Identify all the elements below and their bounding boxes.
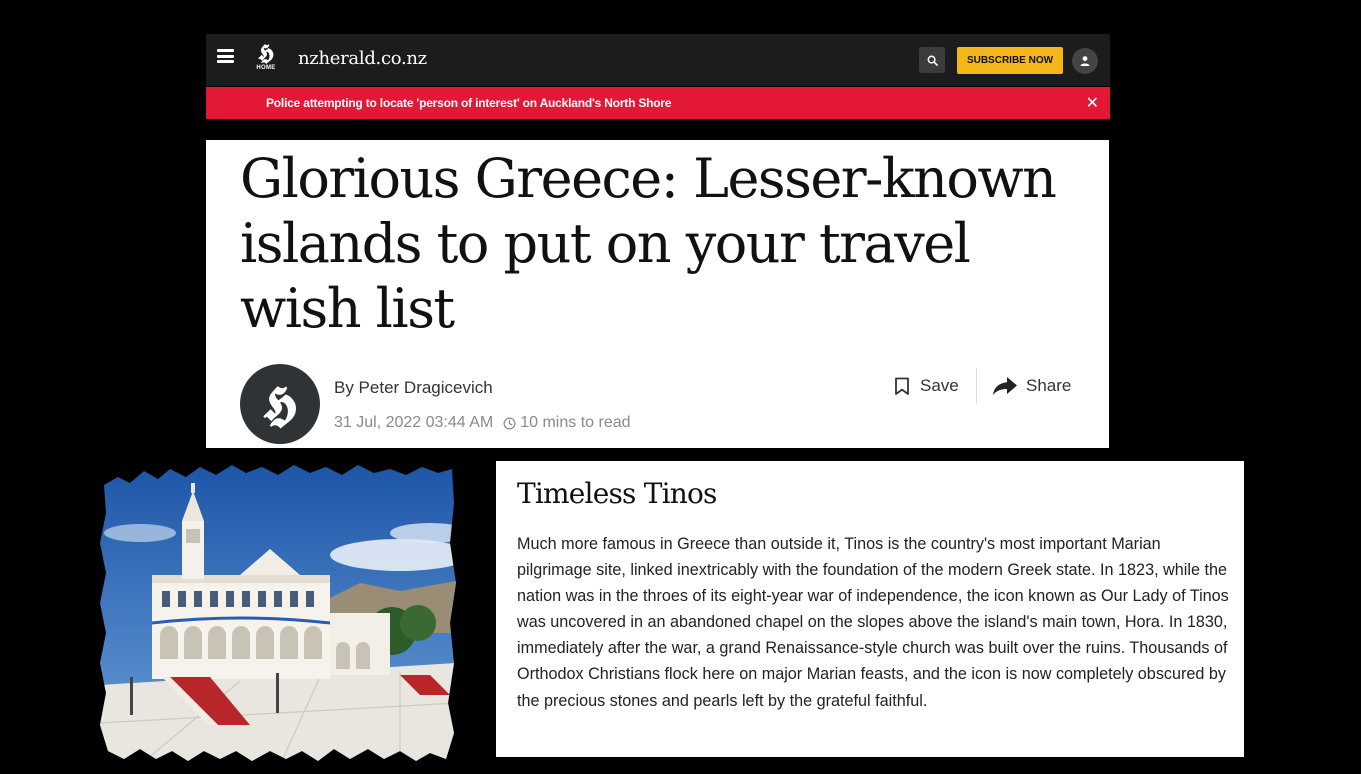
save-button[interactable]: Save: [894, 376, 959, 396]
breaking-news-link[interactable]: Police attempting to locate 'person of i…: [266, 96, 672, 110]
tinos-church-photo: [100, 465, 456, 761]
search-button[interactable]: [919, 47, 945, 73]
user-icon: [1080, 56, 1090, 66]
site-name-link[interactable]: nzherald.co.nz: [298, 48, 427, 69]
author-byline[interactable]: By Peter Dragicevich: [334, 378, 493, 398]
article-header: Glorious Greece: Lesser-known islands to…: [206, 140, 1109, 448]
herald-logo-glyph: 𝕳: [258, 40, 274, 66]
section-heading: Timeless Tinos: [517, 477, 717, 510]
home-label: HOME: [256, 65, 276, 71]
share-arrow-icon: [993, 377, 1017, 395]
top-nav: 𝕳 HOME nzherald.co.nz SUBSCRIBE NOW: [206, 34, 1110, 86]
close-icon[interactable]: ✕: [1086, 93, 1099, 113]
avatar: 𝕳: [240, 364, 320, 444]
article-section: Timeless Tinos Much more famous in Greec…: [496, 461, 1244, 757]
publish-date: 31 Jul, 2022 03:44 AM: [334, 414, 494, 431]
breaking-news-banner: Police attempting to locate 'person of i…: [206, 87, 1110, 119]
menu-icon[interactable]: [217, 49, 234, 63]
page-title: Glorious Greece: Lesser-known islands to…: [240, 147, 1057, 340]
share-label: Share: [1026, 376, 1072, 395]
account-button[interactable]: [1072, 48, 1098, 74]
search-icon: [927, 55, 938, 66]
read-time: 10 mins to read: [503, 414, 631, 432]
herald-logo-glyph: 𝕳: [262, 376, 298, 432]
bookmark-icon: [895, 377, 909, 395]
article-meta: 31 Jul, 2022 03:44 AM 10 mins to read: [334, 414, 631, 432]
clock-icon: [503, 417, 516, 429]
share-button[interactable]: Share: [992, 376, 1071, 396]
subscribe-button[interactable]: SUBSCRIBE NOW: [957, 47, 1063, 74]
action-divider: [976, 368, 977, 404]
home-logo-link[interactable]: 𝕳 HOME: [253, 41, 279, 79]
section-body: Much more famous in Greece than outside …: [517, 535, 1229, 710]
save-label: Save: [920, 376, 959, 395]
read-time-label: 10 mins to read: [520, 414, 631, 431]
